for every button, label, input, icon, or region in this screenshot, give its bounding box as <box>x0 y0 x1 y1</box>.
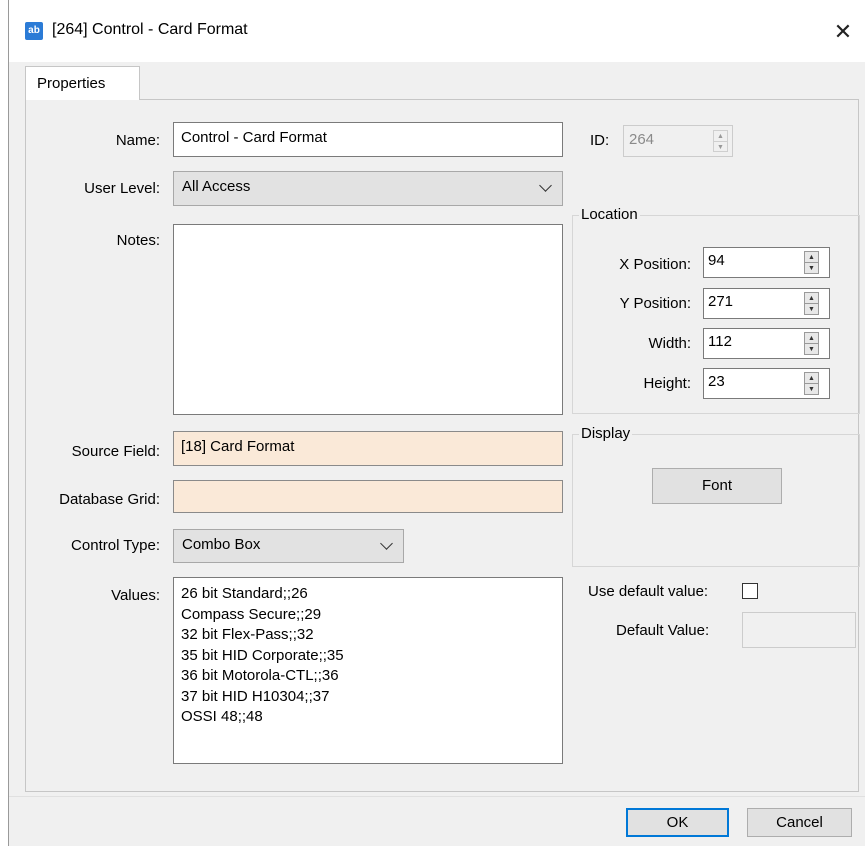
source-field[interactable]: [18] Card Format <box>173 431 563 466</box>
width-spinner[interactable]: ▲ ▼ <box>804 332 819 355</box>
display-group: Display Font <box>572 425 860 567</box>
value-line: 32 bit Flex-Pass;;32 <box>181 626 314 643</box>
y-position-spinner[interactable]: ▲ ▼ <box>804 292 819 315</box>
location-group: Location X Position: 94 ▲ ▼ Y Position: … <box>572 206 860 414</box>
chevron-down-icon <box>380 537 393 550</box>
user-level-combobox[interactable]: All Access <box>173 171 563 206</box>
value-line: OSSI 48;;48 <box>181 708 263 725</box>
properties-panel: Name: Control - Card Format ID: 264 ▲ ▼ … <box>25 99 860 792</box>
control-type-combobox[interactable]: Combo Box <box>173 529 404 563</box>
x-position-spinner[interactable]: ▲ ▼ <box>804 251 819 274</box>
spin-down-icon[interactable]: ▼ <box>805 304 818 315</box>
use-default-checkbox[interactable] <box>742 583 758 599</box>
app-icon: ab <box>25 22 43 40</box>
use-default-label: Use default value: <box>588 583 709 600</box>
chevron-down-icon <box>539 179 552 192</box>
height-spinner[interactable]: ▲ ▼ <box>804 372 819 395</box>
spin-down-icon[interactable]: ▼ <box>805 263 818 274</box>
value-line: 26 bit Standard;;26 <box>181 585 308 602</box>
value-line: 37 bit HID H10304;;37 <box>181 687 330 705</box>
database-grid-label: Database Grid: <box>59 491 160 508</box>
height-label: Height: <box>643 375 691 392</box>
spin-up-icon[interactable]: ▲ <box>805 293 818 304</box>
notes-label: Notes: <box>116 232 160 249</box>
y-position-value: 271 <box>708 293 734 310</box>
value-line: 36 bit Motorola-CTL;;36 <box>181 667 339 684</box>
spin-up-icon[interactable]: ▲ <box>805 252 818 263</box>
spin-up-icon[interactable]: ▲ <box>805 333 818 344</box>
width-value: 112 <box>708 333 732 350</box>
spin-up-icon[interactable]: ▲ <box>805 373 818 384</box>
default-value-label: Default Value: <box>616 622 710 639</box>
x-position-value: 94 <box>708 252 725 269</box>
control-type-value: Combo Box <box>182 536 261 553</box>
display-group-title: Display <box>579 425 633 442</box>
values-textarea[interactable]: 26 bit Standard;;26 Compass Secure;;29 3… <box>173 577 563 764</box>
ok-button[interactable]: OK <box>626 808 729 837</box>
default-value-field <box>742 612 856 648</box>
y-position-label: Y Position: <box>619 295 691 312</box>
location-group-title: Location <box>579 206 640 223</box>
id-label: ID: <box>590 132 610 149</box>
window-title: [264] Control - Card Format <box>52 21 248 38</box>
spin-up-icon: ▲ <box>714 131 727 142</box>
x-position-label: X Position: <box>619 256 691 273</box>
cancel-button[interactable]: Cancel <box>747 808 852 837</box>
width-label: Width: <box>648 335 691 352</box>
source-field-label: Source Field: <box>71 443 160 460</box>
values-label: Values: <box>111 587 160 604</box>
database-grid-field[interactable] <box>173 480 563 513</box>
close-button[interactable]: ✕ <box>820 12 865 52</box>
notes-textarea[interactable] <box>173 224 563 415</box>
spin-down-icon: ▼ <box>717 144 724 151</box>
name-field[interactable]: Control - Card Format <box>173 122 563 157</box>
control-type-label: Control Type: <box>71 537 160 554</box>
value-line: Compass Secure;;29 <box>181 605 322 623</box>
name-label: Name: <box>115 132 160 149</box>
user-level-label: User Level: <box>84 180 160 197</box>
id-spinner: ▲ ▼ <box>713 130 728 152</box>
user-level-value: All Access <box>182 178 251 195</box>
footer-separator <box>9 796 865 797</box>
id-value: 264 <box>629 131 655 148</box>
height-value: 23 <box>708 373 725 390</box>
dialog-window: ab [264] Control - Card Format ✕ Propert… <box>8 0 865 846</box>
spin-down-icon[interactable]: ▼ <box>805 384 818 395</box>
title-bar: ab [264] Control - Card Format ✕ <box>9 0 865 62</box>
font-button[interactable]: Font <box>652 468 782 504</box>
value-line: 35 bit HID Corporate;;35 <box>181 646 344 664</box>
spin-down-icon[interactable]: ▼ <box>805 344 818 355</box>
tab-properties[interactable]: Properties <box>25 66 140 100</box>
